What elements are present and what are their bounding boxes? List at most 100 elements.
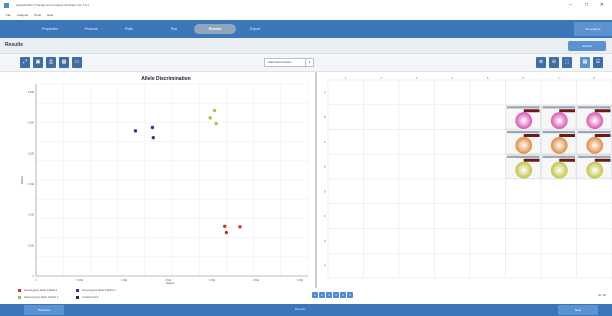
plate-well[interactable]	[363, 79, 400, 105]
close-icon[interactable]: ✕	[600, 2, 604, 8]
menu-help[interactable]: Help	[47, 13, 53, 17]
tab-run[interactable]: Run	[160, 24, 188, 34]
plate-well[interactable]	[363, 154, 400, 180]
plate-well[interactable]	[327, 178, 364, 204]
plate-well[interactable]	[505, 79, 542, 105]
data-point[interactable]	[133, 129, 138, 133]
plate-well[interactable]	[505, 203, 542, 229]
plate-well[interactable]	[327, 154, 364, 180]
next-button[interactable]: Next	[558, 305, 598, 315]
plate-well[interactable]	[398, 178, 435, 204]
data-point[interactable]	[212, 108, 217, 113]
table-icon[interactable]: ▦	[59, 57, 69, 68]
select-icon[interactable]: ⬚	[562, 57, 572, 68]
plate-well[interactable]	[505, 253, 542, 279]
plate-well[interactable]	[398, 104, 435, 130]
plate-layout[interactable]: 1 2 3 4 5 6 7 8 A B C D E F G H	[318, 72, 612, 288]
image-icon[interactable]: ▭	[72, 57, 82, 68]
page-button[interactable]: 1	[312, 292, 318, 298]
data-point[interactable]	[224, 230, 229, 235]
data-point[interactable]	[238, 225, 242, 229]
menu-file[interactable]: File	[6, 13, 11, 17]
plate-well[interactable]	[540, 228, 577, 254]
plate-well[interactable]	[363, 228, 400, 254]
plate-well[interactable]	[576, 203, 612, 229]
plate-well[interactable]	[398, 129, 435, 155]
plate-well[interactable]	[398, 154, 435, 180]
zoom-in-icon[interactable]: ⊕	[536, 57, 546, 68]
page-button[interactable]: 2	[319, 292, 325, 298]
plate-well[interactable]	[540, 203, 577, 229]
plate-well[interactable]	[398, 79, 435, 105]
save-icon[interactable]: ▣	[33, 57, 43, 68]
plate-well[interactable]	[363, 253, 400, 279]
plate-well[interactable]	[540, 253, 577, 279]
plate-well[interactable]	[434, 79, 471, 105]
actions-button[interactable]: Actions	[568, 41, 606, 51]
plate-well[interactable]	[327, 129, 364, 155]
plate-well[interactable]	[363, 129, 400, 155]
menu-analysis[interactable]: Analysis	[17, 13, 28, 17]
plate-well[interactable]	[469, 79, 506, 105]
plate-grid-icon[interactable]: ▦	[580, 57, 590, 68]
plate-well[interactable]	[576, 79, 612, 105]
data-point[interactable]	[223, 224, 227, 229]
print-icon[interactable]: ⎙	[46, 57, 56, 68]
allele-discrimination-chart[interactable]: Allele Discrimination Allele1 Allele2 3.…	[14, 72, 314, 288]
plate-well[interactable]	[469, 104, 506, 130]
plate-well[interactable]	[434, 104, 471, 130]
tab-results[interactable]: Results	[194, 24, 236, 34]
plate-well[interactable]	[327, 203, 364, 229]
plate-well[interactable]	[434, 178, 471, 204]
tab-properties[interactable]: Properties	[30, 24, 70, 34]
plate-well[interactable]	[434, 253, 471, 279]
data-point[interactable]	[150, 125, 155, 130]
plate-well[interactable]	[327, 104, 364, 130]
panel-divider[interactable]	[315, 72, 317, 288]
data-point[interactable]	[208, 116, 212, 120]
page-button[interactable]: 4	[333, 292, 339, 298]
plate-well[interactable]	[469, 129, 506, 155]
previous-button[interactable]: Previous	[24, 305, 64, 315]
plate-well[interactable]	[540, 79, 577, 105]
plate-well[interactable]	[469, 253, 506, 279]
plate-well[interactable]	[398, 228, 435, 254]
plate-well[interactable]	[434, 228, 471, 254]
reanalyze-button[interactable]: Re-analyze	[574, 22, 612, 36]
plate-well[interactable]	[363, 203, 400, 229]
menu-tools[interactable]: Tools	[34, 13, 41, 17]
minimize-icon[interactable]: –	[569, 2, 572, 8]
chevron-down-icon[interactable]: ▾	[305, 59, 313, 66]
plate-well[interactable]	[505, 178, 542, 204]
plate-well[interactable]	[398, 253, 435, 279]
plate-well[interactable]	[434, 154, 471, 180]
plate-well[interactable]	[434, 203, 471, 229]
plate-well[interactable]	[576, 178, 612, 204]
list-view-icon[interactable]: ☰	[593, 57, 603, 68]
maximize-icon[interactable]: □	[585, 2, 588, 8]
plot-type-dropdown[interactable]: Allele Discrimination ▾	[264, 58, 314, 67]
plate-well[interactable]	[398, 203, 435, 229]
data-point[interactable]	[214, 121, 218, 126]
plate-well[interactable]	[327, 228, 364, 254]
plate-well[interactable]	[363, 104, 400, 130]
plate-well[interactable]	[469, 154, 506, 180]
plate-well[interactable]	[469, 178, 506, 204]
plate-well[interactable]	[363, 178, 400, 204]
page-button[interactable]: 3	[326, 292, 332, 298]
plate-well[interactable]	[327, 79, 364, 105]
plate-well[interactable]	[469, 203, 506, 229]
plate-well[interactable]	[505, 228, 542, 254]
zoom-out-icon[interactable]: ⊖	[549, 57, 559, 68]
plate-well[interactable]	[434, 129, 471, 155]
plate-well[interactable]	[327, 253, 364, 279]
plate-well[interactable]	[576, 228, 612, 254]
expand-icon[interactable]: ⤢	[20, 57, 30, 68]
plate-well[interactable]	[540, 178, 577, 204]
tab-plate[interactable]: Plate	[114, 24, 144, 34]
tab-export[interactable]: Export	[240, 24, 270, 34]
page-button[interactable]: 5	[340, 292, 346, 298]
tab-protocol[interactable]: Protocol	[74, 24, 108, 34]
plate-well[interactable]	[576, 253, 612, 279]
data-point[interactable]	[151, 135, 155, 140]
